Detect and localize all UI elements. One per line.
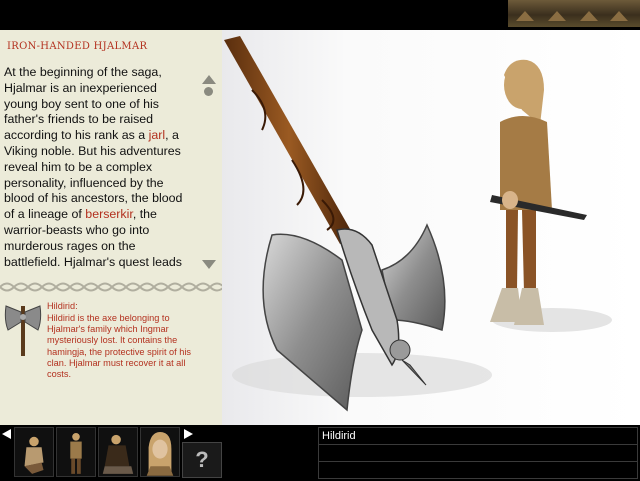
item-title: Hildirid: [47, 301, 78, 311]
village-roof [610, 11, 628, 21]
character-info-panel: IRON-HANDED HJALMAR At the beginning of … [0, 30, 222, 425]
bottom-bar: ? Hildirid [0, 425, 640, 480]
village-roof [580, 11, 598, 21]
jarl-link[interactable]: jarl [149, 128, 166, 142]
axe-icon [4, 305, 42, 356]
scene-illustration [224, 36, 612, 412]
help-button[interactable]: ? [182, 442, 222, 478]
info-row-2 [319, 445, 637, 462]
item-description: Hildirid is the axe belonging to Hjalmar… [47, 313, 192, 380]
info-row-3 [319, 462, 637, 479]
standing-figure-icon [70, 433, 82, 474]
info-panel: Hildirid [318, 427, 638, 479]
portraits-prev-arrow-icon[interactable] [2, 429, 11, 439]
scroll-down-arrow-icon[interactable] [202, 260, 216, 269]
scroll-thumb[interactable] [204, 87, 213, 96]
village-scene-icon[interactable] [508, 0, 640, 27]
village-roof [516, 11, 534, 21]
info-row-1: Hildirid [319, 428, 637, 445]
berserkir-link[interactable]: berserkir [85, 207, 133, 221]
ground-shadow [232, 353, 492, 397]
seated-elder-portrait[interactable] [98, 427, 138, 477]
character-3d-view[interactable] [222, 30, 640, 425]
crouching-warrior-icon [24, 436, 44, 474]
village-roof [548, 11, 566, 21]
standing-figure-portrait[interactable] [56, 427, 96, 477]
character-title: IRON-HANDED HJALMAR [7, 41, 148, 52]
character-story-text: At the beginning of the saga, Hjalmar is… [4, 65, 190, 275]
story-text: At the beginning of the saga, Hjalmar is… [4, 65, 162, 143]
hjalmar-figure [490, 59, 587, 325]
hjalmar-face-icon [146, 432, 174, 476]
hjalmar-portrait[interactable] [140, 427, 180, 477]
axe-shaft [224, 36, 354, 244]
crouching-warrior-portrait[interactable] [14, 427, 54, 477]
top-bar [0, 0, 640, 30]
knotwork-divider [0, 282, 222, 292]
seated-elder-icon [102, 434, 134, 474]
scroll-up-arrow-icon[interactable] [202, 75, 216, 84]
portraits-next-arrow-icon[interactable] [184, 429, 193, 439]
